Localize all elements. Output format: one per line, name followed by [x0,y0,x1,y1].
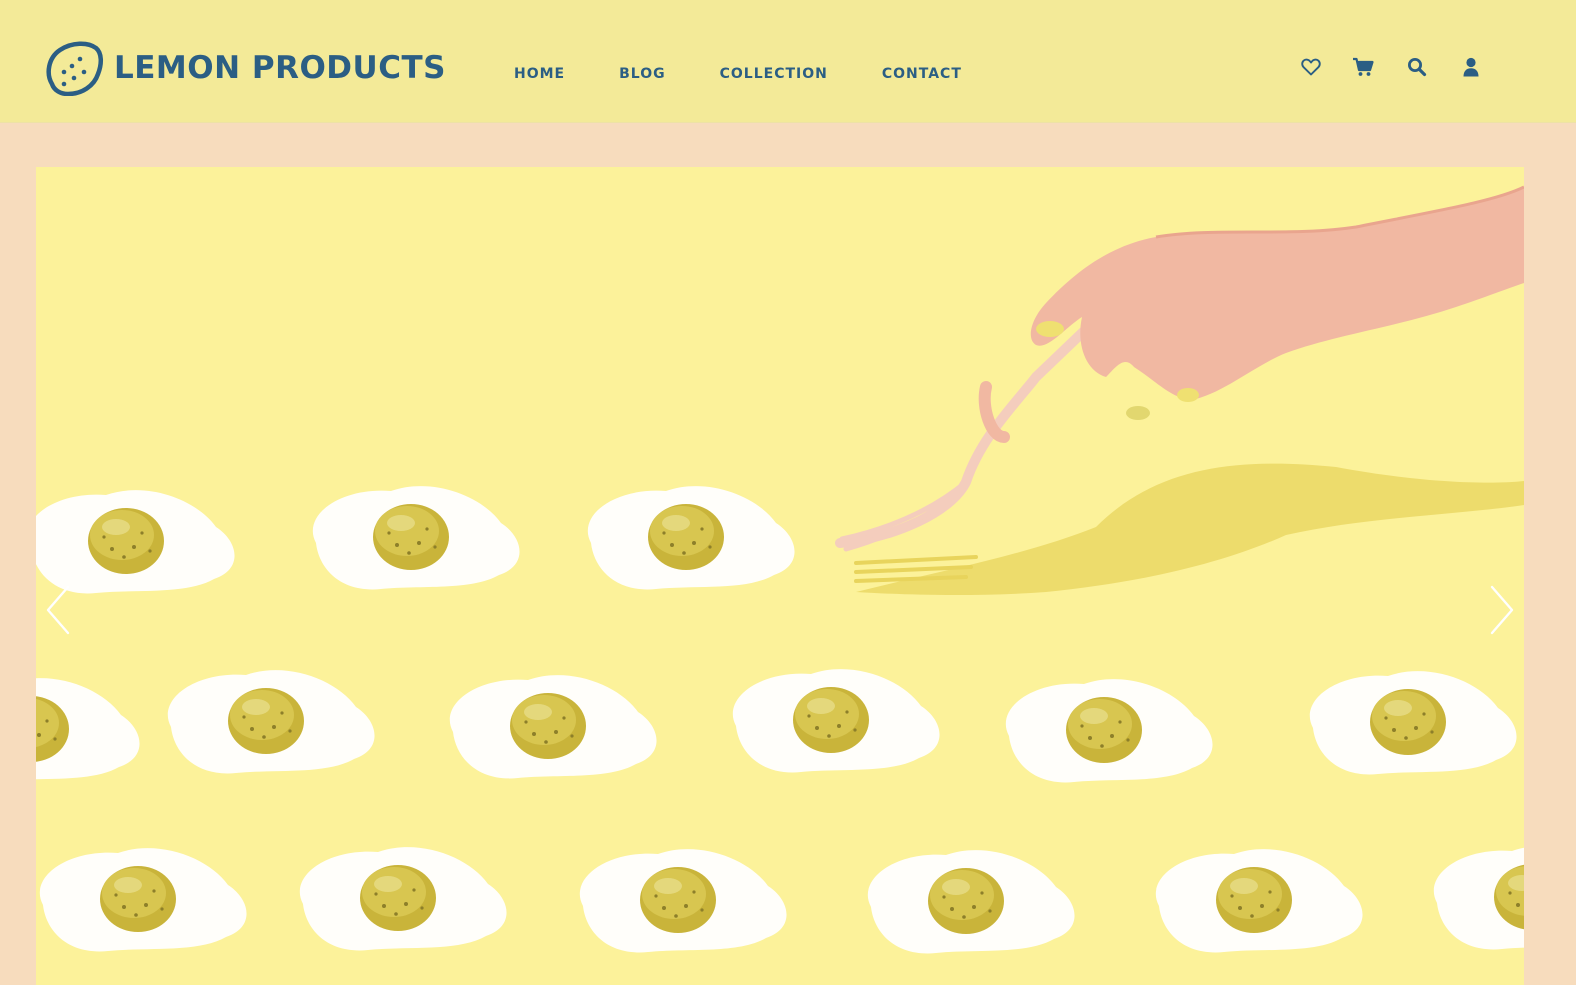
chevron-right-icon [1490,585,1514,635]
header-actions [1300,56,1490,78]
cart-button[interactable] [1352,56,1374,78]
chevron-left-icon [46,585,70,635]
slider-next-button[interactable] [1484,583,1520,637]
brand-logo-link[interactable]: LEMON PRODUCTS [44,40,446,96]
lemon-icon [46,41,103,96]
wishlist-button[interactable] [1300,56,1322,78]
slider-prev-button[interactable] [40,583,76,637]
main-nav: HOME BLOG COLLECTION CONTACT [514,66,1016,82]
nav-item-collection[interactable]: COLLECTION [720,66,828,82]
nav-item-home[interactable]: HOME [514,66,565,82]
search-icon [1408,58,1427,77]
brand-name: LEMON PRODUCTS [114,50,446,86]
nav-item-blog[interactable]: BLOG [619,66,666,82]
nav-item-contact[interactable]: CONTACT [882,66,962,82]
heart-icon [1301,58,1321,76]
hero-slider [36,167,1524,985]
account-button[interactable] [1460,56,1482,78]
search-button[interactable] [1406,56,1428,78]
site-header: LEMON PRODUCTS HOME BLOG COLLECTION CONT… [0,0,1576,123]
hero-image [36,185,1524,954]
user-icon [1463,57,1479,77]
cart-icon [1353,57,1374,76]
